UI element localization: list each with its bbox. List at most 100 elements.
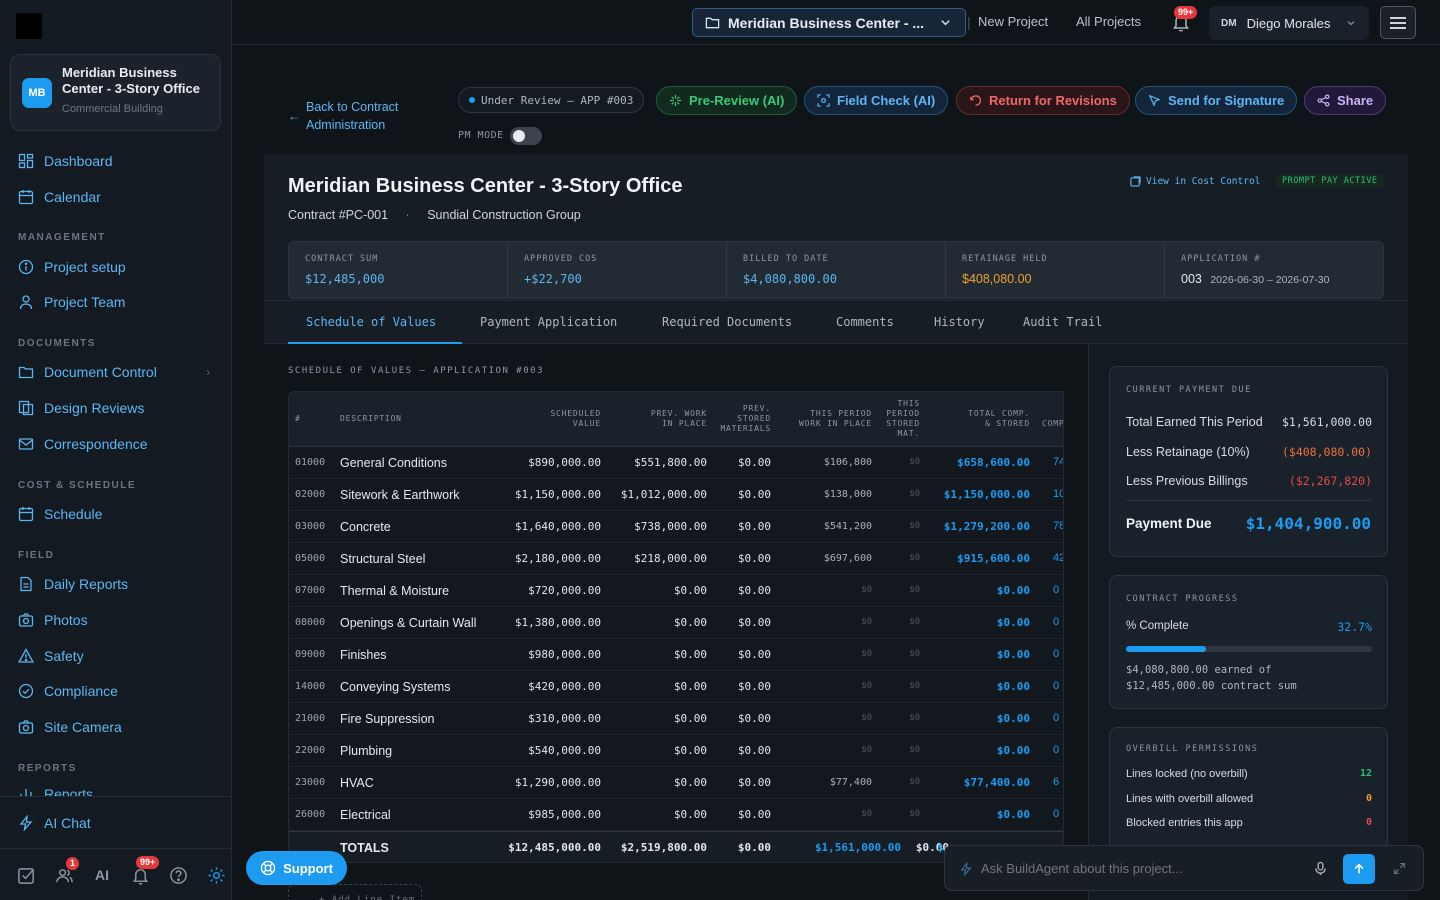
sidebar-item-project-setup[interactable]: Project setup [18, 256, 218, 278]
view-in-cost-control-link[interactable]: View in Cost Control [1130, 176, 1260, 187]
row-value: 12 [1359, 768, 1372, 779]
sidebar-item-photos[interactable]: Photos [18, 609, 218, 631]
new-project-link[interactable]: New Project [978, 14, 1048, 29]
cell-percent: 0 [1053, 808, 1060, 820]
sidebar-item-label: Daily Reports [44, 576, 129, 592]
send-label: Send for Signature [1168, 93, 1285, 108]
table-row[interactable]: 02000 Sitework & Earthwork $1,150,000.00 $1… [289, 479, 1063, 511]
microphone-icon[interactable] [1313, 861, 1328, 876]
sidebar-item-reports[interactable]: Reports [18, 786, 218, 796]
table-header: # DESCRIPTION SCHEDULED VALUE PREV. WORK… [289, 392, 1064, 447]
cell-this-stored: $0 [909, 585, 920, 595]
cell-total: $0.00 [996, 712, 1030, 725]
table-row[interactable]: 22000 Plumbing $540,000.00 $0.00 $0.00 $0 $0 $0… [289, 735, 1063, 767]
sidebar-item-schedule[interactable]: Schedule [18, 503, 218, 525]
tab-required-documents[interactable]: Required Documents [662, 315, 792, 329]
user-menu[interactable]: DM Diego Morales [1209, 6, 1369, 40]
notifications-button[interactable]: 99+ [1171, 6, 1198, 32]
chevron-down-icon [1347, 21, 1355, 26]
warning-icon [18, 648, 34, 663]
cell-prev-stored: $0.00 [737, 712, 771, 725]
cell-code: 05000 [295, 553, 326, 564]
sidebar-item-design-reviews[interactable]: Design Reviews [18, 397, 218, 419]
table-row[interactable]: 09000 Finishes $980,000.00 $0.00 $0.00 $0 $0 $0… [289, 639, 1063, 671]
sidebar-item-calendar[interactable]: Calendar [18, 186, 218, 208]
sidebar-item-label: Reports [44, 786, 94, 796]
totals-prev-work: $2,519,800.00 [620, 841, 707, 854]
header-line: IN PLACE [662, 419, 707, 428]
pm-mode-toggle[interactable] [510, 127, 542, 145]
sidebar-item-compliance[interactable]: Compliance [18, 680, 218, 702]
tab-payment-application[interactable]: Payment Application [480, 315, 617, 329]
tab-history[interactable]: History [934, 315, 985, 329]
table-row[interactable]: 01000 General Conditions $890,000.00 $551,8… [289, 447, 1063, 479]
settings-button[interactable] [206, 865, 226, 885]
ai-button[interactable]: AI [92, 865, 112, 885]
cell-this-period: $0 [861, 681, 872, 691]
header-line: & STORED [985, 419, 1030, 428]
table-row[interactable]: 07000 Thermal & Moisture $720,000.00 $0.00 $… [289, 575, 1063, 607]
table-row[interactable]: 26000 Electrical $985,000.00 $0.00 $0.00 $0 $0… [289, 799, 1063, 831]
sidebar-item-document-control[interactable]: Document Control › [18, 361, 218, 383]
add-line-item-button[interactable]: + Add Line Item [288, 884, 422, 900]
team-button[interactable]: 1 [54, 857, 80, 885]
mail-icon [18, 438, 34, 450]
send-for-signature-button[interactable]: Send for Signature [1135, 86, 1298, 115]
lightning-icon [19, 815, 33, 831]
sidebar-item-dashboard[interactable]: Dashboard [18, 150, 218, 172]
project-selector[interactable]: Meridian Business Center - ... [692, 8, 966, 37]
sidebar-item-safety[interactable]: Safety [18, 645, 218, 667]
header-percent-complete: COMP [1042, 419, 1064, 428]
header-line: THIS PERIOD [810, 409, 872, 418]
return-for-revisions-button[interactable]: Return for Revisions [956, 86, 1130, 115]
cell-prev-work: $0.00 [673, 616, 707, 629]
cell-total: $1,279,200.00 [943, 520, 1030, 533]
hamburger-menu-button[interactable] [1380, 6, 1416, 39]
blocked-row: Blocked entries this app 0 [1126, 817, 1372, 829]
share-button[interactable]: Share [1304, 86, 1387, 115]
back-to-contract-link[interactable]: ← Back to Contract Administration [288, 98, 408, 134]
table-row[interactable]: 05000 Structural Steel $2,180,000.00 $218,0… [289, 543, 1063, 575]
table-row[interactable]: 08000 Openings & Curtain Wall $1,380,000.0… [289, 607, 1063, 639]
tasks-button[interactable] [16, 865, 36, 885]
menu-icon [1390, 16, 1406, 29]
contractor-name: Sundial Construction Group [427, 208, 581, 222]
expand-icon[interactable] [1393, 862, 1406, 875]
help-button[interactable] [168, 865, 188, 885]
tab-comments[interactable]: Comments [836, 315, 894, 329]
send-button[interactable] [1343, 854, 1375, 884]
cell-prev-work: $0.00 [673, 648, 707, 661]
table-row[interactable]: 14000 Conveying Systems $420,000.00 $0.00 $0… [289, 671, 1063, 703]
external-link-icon [1130, 176, 1141, 187]
table-row[interactable]: 23000 HVAC $1,290,000.00 $0.00 $0.00 $77,400 $… [289, 767, 1063, 799]
pre-review-ai-button[interactable]: Pre-Review (AI) [656, 86, 798, 115]
sidebar-item-daily-reports[interactable]: Daily Reports [18, 573, 218, 595]
sidebar-item-site-camera[interactable]: Site Camera [18, 716, 218, 738]
sidebar-item-correspondence[interactable]: Correspondence [18, 433, 218, 455]
header-line: WORK IN PLACE [798, 419, 872, 428]
divider [1126, 500, 1372, 501]
tab-audit-trail[interactable]: Audit Trail [1023, 315, 1102, 329]
cell-prev-work: $0.00 [673, 808, 707, 821]
return-label: Return for Revisions [989, 93, 1117, 108]
table-row[interactable]: 03000 Concrete $1,640,000.00 $738,000.00 $0.… [289, 511, 1063, 543]
field-check-ai-button[interactable]: Field Check (AI) [804, 86, 949, 115]
overbill-permissions-card: OVERBILL PERMISSIONS Lines locked (no ov… [1109, 727, 1388, 852]
table-row[interactable]: 21000 Fire Suppression $310,000.00 $0.00 $0.… [289, 703, 1063, 735]
prompt-pay-badge: PROMPT PAY ACTIVE [1276, 174, 1384, 188]
cell-description: HVAC [340, 776, 374, 790]
support-button[interactable]: Support [246, 851, 347, 885]
all-projects-link[interactable]: All Projects [1076, 14, 1141, 29]
project-card[interactable]: MB Meridian Business Center - 3-Story Of… [10, 54, 221, 131]
sidebar-item-ai-chat[interactable]: AI Chat [18, 812, 218, 834]
cell-percent: 0 [1053, 648, 1060, 660]
section-management: MANAGEMENT [18, 232, 106, 243]
tab-schedule-of-values[interactable]: Schedule of Values [306, 315, 436, 329]
ask-agent-input[interactable] [981, 861, 1301, 876]
cell-this-stored: $0 [909, 777, 920, 787]
arrow-up-icon [1354, 863, 1364, 874]
progress-fill [1126, 646, 1207, 652]
sidebar-item-project-team[interactable]: Project Team [18, 291, 218, 313]
app-logo[interactable] [16, 13, 42, 39]
notifications-button[interactable]: 99+ [130, 856, 160, 885]
